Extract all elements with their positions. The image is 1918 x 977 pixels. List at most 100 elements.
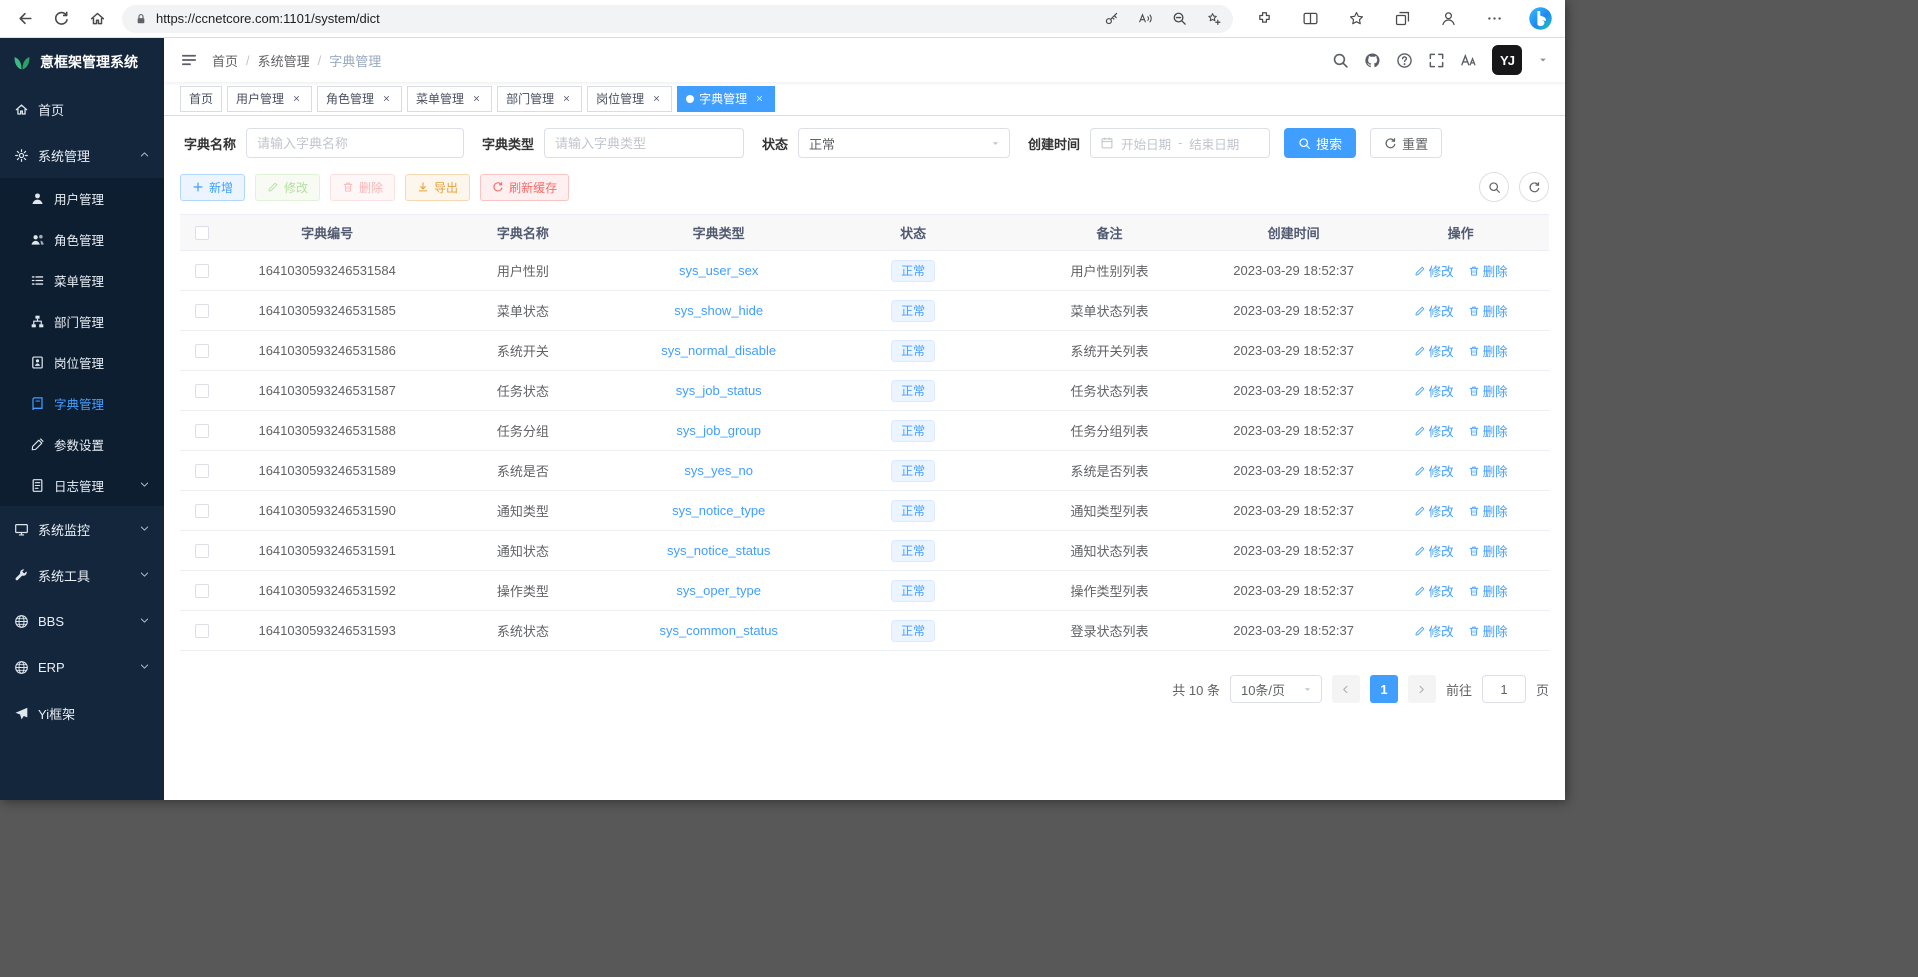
add-button[interactable]: 新增	[180, 174, 245, 201]
dict-type-link[interactable]: sys_user_sex	[679, 263, 758, 278]
row-edit-button[interactable]: 修改	[1414, 381, 1454, 400]
row-delete-button[interactable]: 删除	[1468, 341, 1508, 360]
reset-button[interactable]: 重置	[1370, 128, 1442, 158]
extensions-icon[interactable]	[1249, 4, 1279, 34]
row-delete-button[interactable]: 删除	[1468, 301, 1508, 320]
search-button[interactable]: 搜索	[1284, 128, 1356, 158]
row-delete-button[interactable]: 删除	[1468, 621, 1508, 640]
row-edit-button[interactable]: 修改	[1414, 501, 1454, 520]
back-icon[interactable]	[10, 4, 40, 34]
collections-icon[interactable]	[1387, 4, 1417, 34]
row-edit-button[interactable]: 修改	[1414, 541, 1454, 560]
row-checkbox[interactable]	[195, 624, 209, 638]
row-edit-button[interactable]: 修改	[1414, 621, 1454, 640]
dict-type-link[interactable]: sys_show_hide	[674, 303, 763, 318]
select-all-checkbox[interactable]	[195, 226, 209, 240]
row-edit-button[interactable]: 修改	[1414, 461, 1454, 480]
close-icon[interactable]	[752, 92, 766, 106]
row-edit-button[interactable]: 修改	[1414, 581, 1454, 600]
sidebar-item[interactable]: 角色管理	[0, 219, 164, 260]
caret-down-icon[interactable]	[1537, 54, 1549, 66]
search-icon[interactable]	[1332, 52, 1349, 69]
close-icon[interactable]	[559, 92, 573, 106]
sidebar-item[interactable]: 参数设置	[0, 424, 164, 465]
close-icon[interactable]	[289, 92, 303, 106]
dict-type-link[interactable]: sys_oper_type	[676, 583, 761, 598]
split-screen-icon[interactable]	[1295, 4, 1325, 34]
sidebar-item[interactable]: ERP	[0, 644, 164, 690]
refresh-table-button[interactable]	[1519, 172, 1549, 202]
breadcrumb-item[interactable]: 系统管理	[258, 51, 310, 70]
current-page-button[interactable]: 1	[1370, 675, 1398, 703]
prev-page-button[interactable]	[1332, 675, 1360, 703]
address-bar[interactable]: https://ccnetcore.com:1101/system/dict	[122, 5, 1233, 33]
row-checkbox[interactable]	[195, 344, 209, 358]
tab-item[interactable]: 岗位管理	[587, 86, 672, 112]
favorite-add-icon[interactable]	[1201, 7, 1225, 31]
sidebar-item[interactable]: 系统管理	[0, 132, 164, 178]
tab-item[interactable]: 字典管理	[677, 86, 775, 112]
close-icon[interactable]	[379, 92, 393, 106]
dict-type-link[interactable]: sys_notice_status	[667, 543, 770, 558]
dict-type-link[interactable]: sys_normal_disable	[661, 343, 776, 358]
sidebar-item[interactable]: 首页	[0, 86, 164, 132]
row-checkbox[interactable]	[195, 264, 209, 278]
date-range-picker[interactable]: 开始日期 - 结束日期	[1090, 128, 1270, 158]
row-edit-button[interactable]: 修改	[1414, 421, 1454, 440]
question-icon[interactable]	[1396, 52, 1413, 69]
sidebar-item[interactable]: 日志管理	[0, 465, 164, 506]
tab-item[interactable]: 菜单管理	[407, 86, 492, 112]
row-checkbox[interactable]	[195, 584, 209, 598]
delete-button[interactable]: 删除	[330, 174, 395, 201]
row-checkbox[interactable]	[195, 304, 209, 318]
export-button[interactable]: 导出	[405, 174, 470, 201]
tab-item[interactable]: 部门管理	[497, 86, 582, 112]
zoom-out-icon[interactable]	[1167, 7, 1191, 31]
sidebar-item[interactable]: 系统工具	[0, 552, 164, 598]
row-checkbox[interactable]	[195, 544, 209, 558]
close-icon[interactable]	[469, 92, 483, 106]
toggle-search-button[interactable]	[1479, 172, 1509, 202]
row-delete-button[interactable]: 删除	[1468, 581, 1508, 600]
sidebar-item[interactable]: 岗位管理	[0, 342, 164, 383]
hamburger-icon[interactable]	[180, 51, 198, 69]
row-edit-button[interactable]: 修改	[1414, 341, 1454, 360]
dict-type-link[interactable]: sys_notice_type	[672, 503, 765, 518]
github-icon[interactable]	[1364, 52, 1381, 69]
close-icon[interactable]	[649, 92, 663, 106]
breadcrumb-item[interactable]: 首页	[212, 51, 238, 70]
row-delete-button[interactable]: 删除	[1468, 461, 1508, 480]
sidebar-item[interactable]: 菜单管理	[0, 260, 164, 301]
dict-type-link[interactable]: sys_job_status	[676, 383, 762, 398]
refresh-icon[interactable]	[46, 4, 76, 34]
row-edit-button[interactable]: 修改	[1414, 261, 1454, 280]
dict-type-link[interactable]: sys_common_status	[659, 623, 778, 638]
favorites-bar-icon[interactable]	[1341, 4, 1371, 34]
more-icon[interactable]	[1479, 4, 1509, 34]
next-page-button[interactable]	[1408, 675, 1436, 703]
row-delete-button[interactable]: 删除	[1468, 501, 1508, 520]
page-size-select[interactable]: 10条/页	[1230, 675, 1322, 703]
row-delete-button[interactable]: 删除	[1468, 381, 1508, 400]
row-delete-button[interactable]: 删除	[1468, 541, 1508, 560]
tab-item[interactable]: 角色管理	[317, 86, 402, 112]
row-checkbox[interactable]	[195, 464, 209, 478]
dict-type-link[interactable]: sys_yes_no	[684, 463, 753, 478]
profile-icon[interactable]	[1433, 4, 1463, 34]
tab-item[interactable]: 用户管理	[227, 86, 312, 112]
bing-icon[interactable]	[1525, 4, 1555, 34]
fullscreen-icon[interactable]	[1428, 52, 1445, 69]
sidebar-item[interactable]: Yi框架	[0, 690, 164, 736]
sidebar-item[interactable]: 用户管理	[0, 178, 164, 219]
row-delete-button[interactable]: 删除	[1468, 261, 1508, 280]
row-delete-button[interactable]: 删除	[1468, 421, 1508, 440]
home-icon[interactable]	[82, 4, 112, 34]
dict-name-input[interactable]	[246, 128, 464, 158]
dict-type-link[interactable]: sys_job_group	[676, 423, 761, 438]
status-select[interactable]: 正常	[798, 128, 1010, 158]
row-edit-button[interactable]: 修改	[1414, 301, 1454, 320]
refresh-cache-button[interactable]: 刷新缓存	[480, 174, 569, 201]
avatar[interactable]: YJ	[1492, 45, 1522, 75]
sidebar-item[interactable]: BBS	[0, 598, 164, 644]
tab-item[interactable]: 首页	[180, 86, 222, 112]
